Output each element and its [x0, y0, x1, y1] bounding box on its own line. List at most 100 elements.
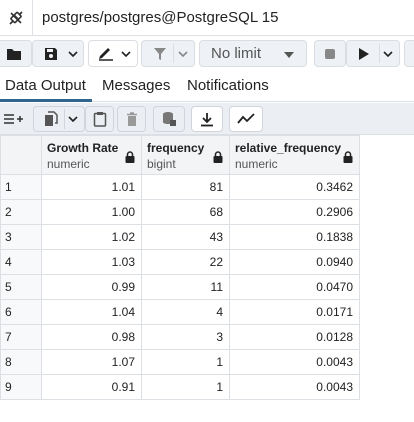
filter-button[interactable]: [141, 40, 195, 67]
save-icon: [45, 47, 57, 60]
growth-rate-cell[interactable]: 0.99: [41, 274, 142, 300]
growth-rate-cell[interactable]: 1.02: [41, 224, 142, 250]
table-row[interactable]: 3 1.02 43 0.1838: [0, 224, 360, 250]
play-icon: [359, 47, 369, 60]
column-header-growth-rate[interactable]: Growth Rate numeric: [41, 135, 142, 175]
result-table: Growth Rate numeric frequency bigint rel…: [0, 135, 360, 400]
frequency-cell[interactable]: 1: [141, 349, 230, 375]
relative-frequency-cell[interactable]: 0.2906: [229, 199, 360, 225]
column-name: Growth Rate: [47, 141, 119, 155]
download-icon: [201, 112, 213, 126]
frequency-cell[interactable]: 81: [141, 174, 230, 200]
growth-rate-cell[interactable]: 1.03: [41, 249, 142, 275]
column-header-relative-frequency[interactable]: relative_frequency numeric: [229, 135, 360, 175]
frequency-cell[interactable]: 68: [141, 199, 230, 225]
table-row[interactable]: 4 1.03 22 0.0940: [0, 249, 360, 275]
paste-button[interactable]: [85, 106, 114, 132]
relative-frequency-cell[interactable]: 0.0128: [229, 324, 360, 350]
growth-rate-cell[interactable]: 1.01: [41, 174, 142, 200]
row-number[interactable]: 1: [0, 174, 42, 200]
relative-frequency-cell[interactable]: 0.0171: [229, 299, 360, 325]
execute-button[interactable]: [346, 40, 400, 67]
delete-row-button[interactable]: [117, 106, 146, 132]
chevron-down-icon: [178, 51, 188, 57]
relative-frequency-cell[interactable]: 0.1838: [229, 224, 360, 250]
graph-visualiser-button[interactable]: [229, 106, 263, 132]
tab-notifications[interactable]: Notifications: [187, 77, 269, 94]
row-limit-value: No limit: [211, 45, 262, 62]
stop-icon: [325, 48, 335, 59]
download-button[interactable]: [191, 106, 223, 132]
row-number[interactable]: 6: [0, 299, 42, 325]
chevron-down-icon: [68, 116, 78, 122]
delete-icon: [126, 111, 137, 126]
connection-status-icon[interactable]: [0, 0, 33, 36]
tab-messages[interactable]: Messages: [102, 77, 170, 94]
open-file-button[interactable]: [0, 40, 32, 67]
save-data-button[interactable]: [153, 106, 185, 132]
column-header-frequency[interactable]: frequency bigint: [141, 135, 230, 175]
row-number[interactable]: 2: [0, 199, 42, 225]
stop-button[interactable]: [314, 40, 346, 67]
lock-icon: [213, 151, 223, 163]
caret-down-icon: [284, 52, 294, 58]
table-row[interactable]: 7 0.98 3 0.0128: [0, 324, 360, 350]
relative-frequency-cell[interactable]: 0.3462: [229, 174, 360, 200]
copy-icon: [45, 111, 58, 126]
relative-frequency-cell[interactable]: 0.0043: [229, 374, 360, 400]
paste-icon: [93, 112, 106, 127]
growth-rate-cell[interactable]: 0.91: [41, 374, 142, 400]
frequency-cell[interactable]: 43: [141, 224, 230, 250]
column-type: numeric: [47, 157, 90, 171]
table-row[interactable]: 1 1.01 81 0.3462: [0, 174, 360, 200]
lock-icon: [343, 151, 353, 163]
more-toolbar-button[interactable]: [404, 40, 414, 67]
row-number[interactable]: 9: [0, 374, 42, 400]
chevron-down-icon: [383, 51, 393, 57]
frequency-cell[interactable]: 1: [141, 374, 230, 400]
relative-frequency-cell[interactable]: 0.0043: [229, 349, 360, 375]
row-number[interactable]: 4: [0, 249, 42, 275]
frequency-cell[interactable]: 11: [141, 274, 230, 300]
frequency-cell[interactable]: 3: [141, 324, 230, 350]
growth-rate-cell[interactable]: 1.04: [41, 299, 142, 325]
chevron-down-icon: [68, 51, 78, 57]
save-data-icon: [163, 112, 176, 126]
row-number[interactable]: 8: [0, 349, 42, 375]
row-limit-select[interactable]: No limit: [199, 40, 307, 67]
add-row-button[interactable]: [0, 106, 28, 132]
relative-frequency-cell[interactable]: 0.0470: [229, 274, 360, 300]
filter-icon: [154, 47, 166, 60]
edit-options-button[interactable]: [88, 40, 138, 67]
data-grid-toolbar: [0, 103, 414, 135]
table-row[interactable]: 6 1.04 4 0.0171: [0, 299, 360, 325]
growth-rate-cell[interactable]: 1.07: [41, 349, 142, 375]
relative-frequency-cell[interactable]: 0.0940: [229, 249, 360, 275]
table-row[interactable]: 9 0.91 1 0.0043: [0, 374, 360, 400]
active-tab-indicator: [0, 99, 92, 102]
connection-title[interactable]: postgres/postgres@PostgreSQL 15: [42, 9, 278, 26]
graph-icon: [237, 113, 255, 124]
table-row[interactable]: 5 0.99 11 0.0470: [0, 274, 360, 300]
output-tabs: Data Output Messages Notifications: [0, 70, 414, 102]
row-number[interactable]: 3: [0, 224, 42, 250]
growth-rate-cell[interactable]: 0.98: [41, 324, 142, 350]
copy-button[interactable]: [33, 106, 85, 132]
row-number[interactable]: 5: [0, 274, 42, 300]
save-file-button[interactable]: [32, 40, 84, 67]
tab-data-output[interactable]: Data Output: [5, 77, 86, 94]
row-number[interactable]: 7: [0, 324, 42, 350]
add-row-icon: [4, 114, 23, 124]
frequency-cell[interactable]: 22: [141, 249, 230, 275]
column-type: numeric: [235, 157, 278, 171]
growth-rate-cell[interactable]: 1.00: [41, 199, 142, 225]
pen-icon: [99, 47, 113, 61]
query-toolbar: No limit: [0, 36, 414, 70]
table-header-row: Growth Rate numeric frequency bigint rel…: [0, 135, 360, 175]
frequency-cell[interactable]: 4: [141, 299, 230, 325]
row-number-header[interactable]: [0, 135, 42, 175]
lock-icon: [125, 151, 135, 163]
table-row[interactable]: 2 1.00 68 0.2906: [0, 199, 360, 225]
table-row[interactable]: 8 1.07 1 0.0043: [0, 349, 360, 375]
open-folder-icon: [7, 48, 21, 60]
